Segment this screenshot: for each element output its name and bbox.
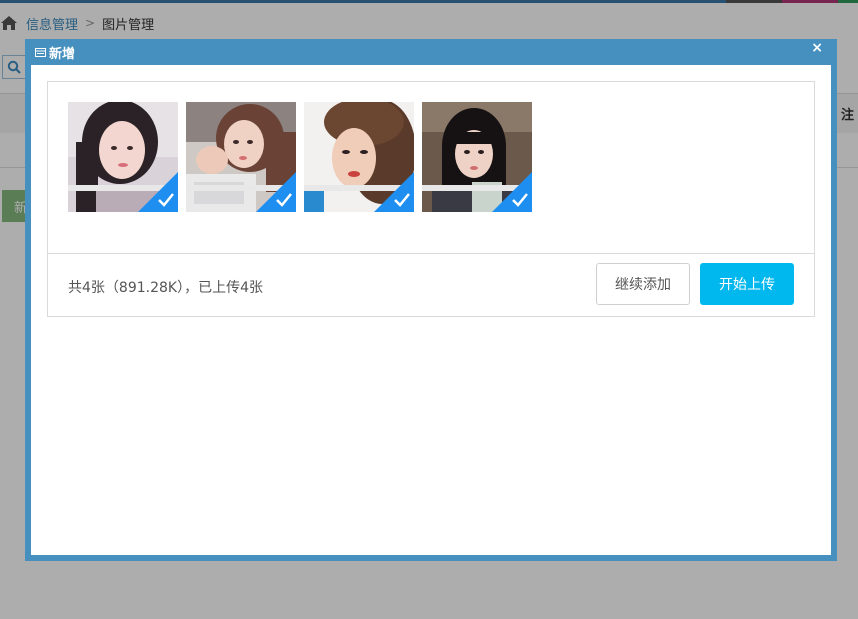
uploader: 共4张（891.28K），已上传4张 继续添加 开始上传: [47, 81, 815, 317]
check-icon: [374, 172, 414, 212]
check-icon: [256, 172, 296, 212]
upload-dialog: 新增 × 共4张（891.28K），已上传4张 继续添加 开始上传: [25, 39, 837, 561]
file-queue: [48, 82, 814, 254]
upload-info-text: 共4张（891.28K），已上传4张: [68, 280, 263, 296]
dialog-header: 新增 ×: [25, 39, 837, 65]
page: 信息管理 > 图片管理 注 新 新增 × 共4张（891.28K），已上传4张 …: [0, 0, 858, 619]
dialog-body: 共4张（891.28K），已上传4张 继续添加 开始上传: [31, 65, 831, 555]
window-icon: [35, 47, 46, 57]
check-icon: [138, 172, 178, 212]
close-button[interactable]: ×: [811, 40, 823, 56]
upload-status-bar: 共4张（891.28K），已上传4张 继续添加 开始上传: [48, 253, 814, 316]
file-thumbnail[interactable]: [68, 102, 178, 212]
check-icon: [492, 172, 532, 212]
start-upload-button[interactable]: 开始上传: [700, 263, 794, 305]
file-thumbnail[interactable]: [304, 102, 414, 212]
dialog-title: 新增: [49, 46, 76, 62]
file-thumbnail[interactable]: [186, 102, 296, 212]
file-thumbnail[interactable]: [422, 102, 532, 212]
continue-add-button[interactable]: 继续添加: [596, 263, 690, 305]
